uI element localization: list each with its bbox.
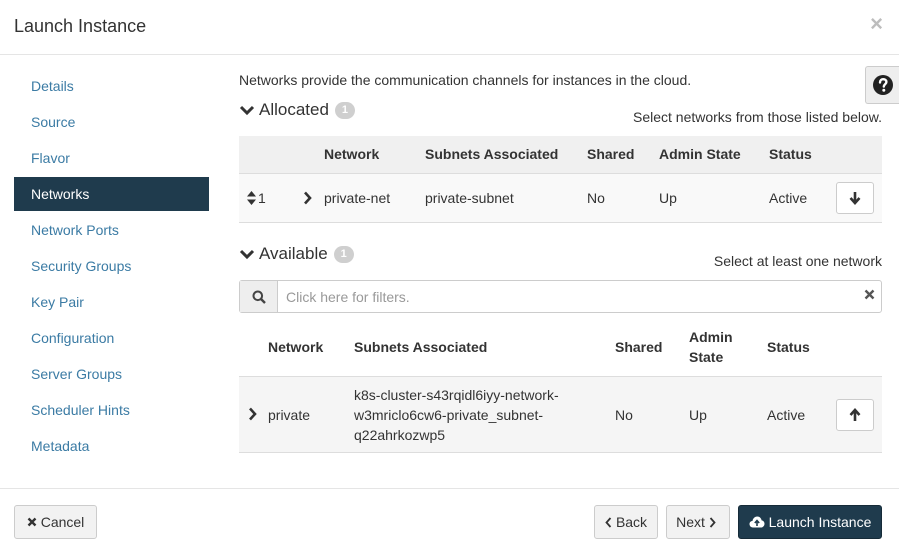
modal-title: Launch Instance — [14, 16, 147, 36]
nav-item-details[interactable]: Details — [14, 69, 209, 103]
wizard-nav: Details Source Flavor Networks Network P… — [14, 69, 209, 465]
cell-shared: No — [587, 190, 605, 206]
cancel-label: Cancel — [40, 514, 85, 530]
networks-intro: Networks provide the communication chann… — [239, 72, 692, 88]
col-state: State — [689, 349, 724, 365]
clear-icon[interactable] — [864, 289, 875, 300]
table-row: 1 private-net private-subnet No Up Activ… — [239, 174, 882, 223]
cell-status: Active — [769, 190, 808, 206]
filter-bar — [239, 280, 882, 313]
nav-item-scheduler-hints[interactable]: Scheduler Hints — [14, 393, 209, 427]
search-addon — [240, 281, 278, 312]
cell-status: Active — [767, 407, 806, 423]
allocated-count-badge: 1 — [334, 101, 355, 119]
times-icon — [27, 517, 37, 527]
cell-subnets-line-2: w3mriclo6cw6-private_subnet- — [354, 407, 544, 423]
col-admin-state: Admin State — [659, 146, 741, 162]
chevron-right-icon[interactable] — [248, 407, 257, 421]
nav-item-source[interactable]: Source — [14, 105, 209, 139]
col-status: Status — [767, 339, 810, 355]
next-button[interactable]: Next — [666, 505, 730, 539]
cancel-button[interactable]: Cancel — [14, 505, 97, 539]
col-status: Status — [769, 146, 812, 162]
row-order: 1 — [258, 190, 266, 206]
chevron-right-icon — [709, 516, 716, 528]
search-icon — [252, 290, 266, 304]
table-row: private k8s-cluster-s43rqidl6iyy-network… — [239, 376, 882, 453]
cell-admin-state: Up — [689, 407, 707, 423]
cell-subnets-line-1: k8s-cluster-s43rqidl6iyy-network- — [354, 387, 559, 403]
nav-item-flavor[interactable]: Flavor — [14, 141, 209, 175]
allocated-toggle[interactable]: Allocated 1 — [239, 100, 355, 120]
arrow-up-icon — [849, 408, 861, 421]
col-network: Network — [324, 146, 380, 162]
help-button[interactable] — [865, 66, 899, 104]
available-toggle[interactable]: Available 1 — [239, 244, 354, 264]
next-label: Next — [676, 514, 705, 530]
cell-admin-state: Up — [659, 190, 677, 206]
chevron-right-icon[interactable] — [303, 191, 312, 205]
launch-instance-modal: Launch Instance × Details Source Flavor … — [0, 0, 899, 556]
nav-item-configuration[interactable]: Configuration — [14, 321, 209, 355]
chevron-down-icon — [239, 248, 255, 260]
back-button[interactable]: Back — [594, 505, 658, 539]
modal-footer: Cancel Back Next Launch Instance — [0, 488, 899, 556]
nav-item-networks[interactable]: Networks — [14, 177, 209, 211]
col-shared: Shared — [615, 339, 663, 355]
col-subnets: Subnets Associated — [354, 339, 488, 355]
available-title: Available — [259, 244, 328, 263]
arrow-down-icon — [849, 192, 861, 205]
close-icon[interactable]: × — [870, 11, 883, 37]
deallocate-button[interactable] — [836, 182, 874, 214]
chevron-down-icon — [239, 104, 255, 116]
help-icon — [872, 75, 893, 95]
modal-header: Launch Instance × — [0, 0, 899, 55]
available-hint: Select at least one network — [713, 253, 882, 269]
col-network: Network — [268, 339, 324, 355]
nav-item-security-groups[interactable]: Security Groups — [14, 249, 209, 283]
sort-icon[interactable] — [247, 191, 256, 205]
available-table-header: Network Subnets Associated Shared Admin … — [239, 318, 882, 376]
launch-instance-label: Launch Instance — [768, 514, 872, 530]
col-subnets: Subnets Associated — [425, 146, 559, 162]
allocated-title: Allocated — [259, 100, 329, 119]
col-admin: Admin — [689, 329, 733, 345]
nav-item-key-pair[interactable]: Key Pair — [14, 285, 209, 319]
nav-item-metadata[interactable]: Metadata — [14, 429, 209, 463]
allocated-table-header: Network Subnets Associated Shared Admin … — [239, 136, 882, 174]
cell-shared: No — [615, 407, 633, 423]
chevron-left-icon — [605, 516, 612, 528]
col-shared: Shared — [587, 146, 635, 162]
available-count-badge: 1 — [333, 245, 354, 263]
cell-subnets: private-subnet — [425, 190, 514, 206]
cloud-upload-icon — [749, 516, 765, 528]
filter-input[interactable] — [284, 286, 844, 307]
allocate-button[interactable] — [836, 399, 874, 431]
nav-item-network-ports[interactable]: Network Ports — [14, 213, 209, 247]
back-label: Back — [615, 514, 648, 530]
launch-instance-button[interactable]: Launch Instance — [738, 505, 882, 539]
cell-subnets-line-3: q22ahrkozwp5 — [354, 427, 446, 443]
cell-network: private — [268, 407, 311, 423]
nav-item-server-groups[interactable]: Server Groups — [14, 357, 209, 391]
allocated-hint: Select networks from those listed below. — [632, 109, 882, 125]
cell-network: private-net — [324, 190, 391, 206]
